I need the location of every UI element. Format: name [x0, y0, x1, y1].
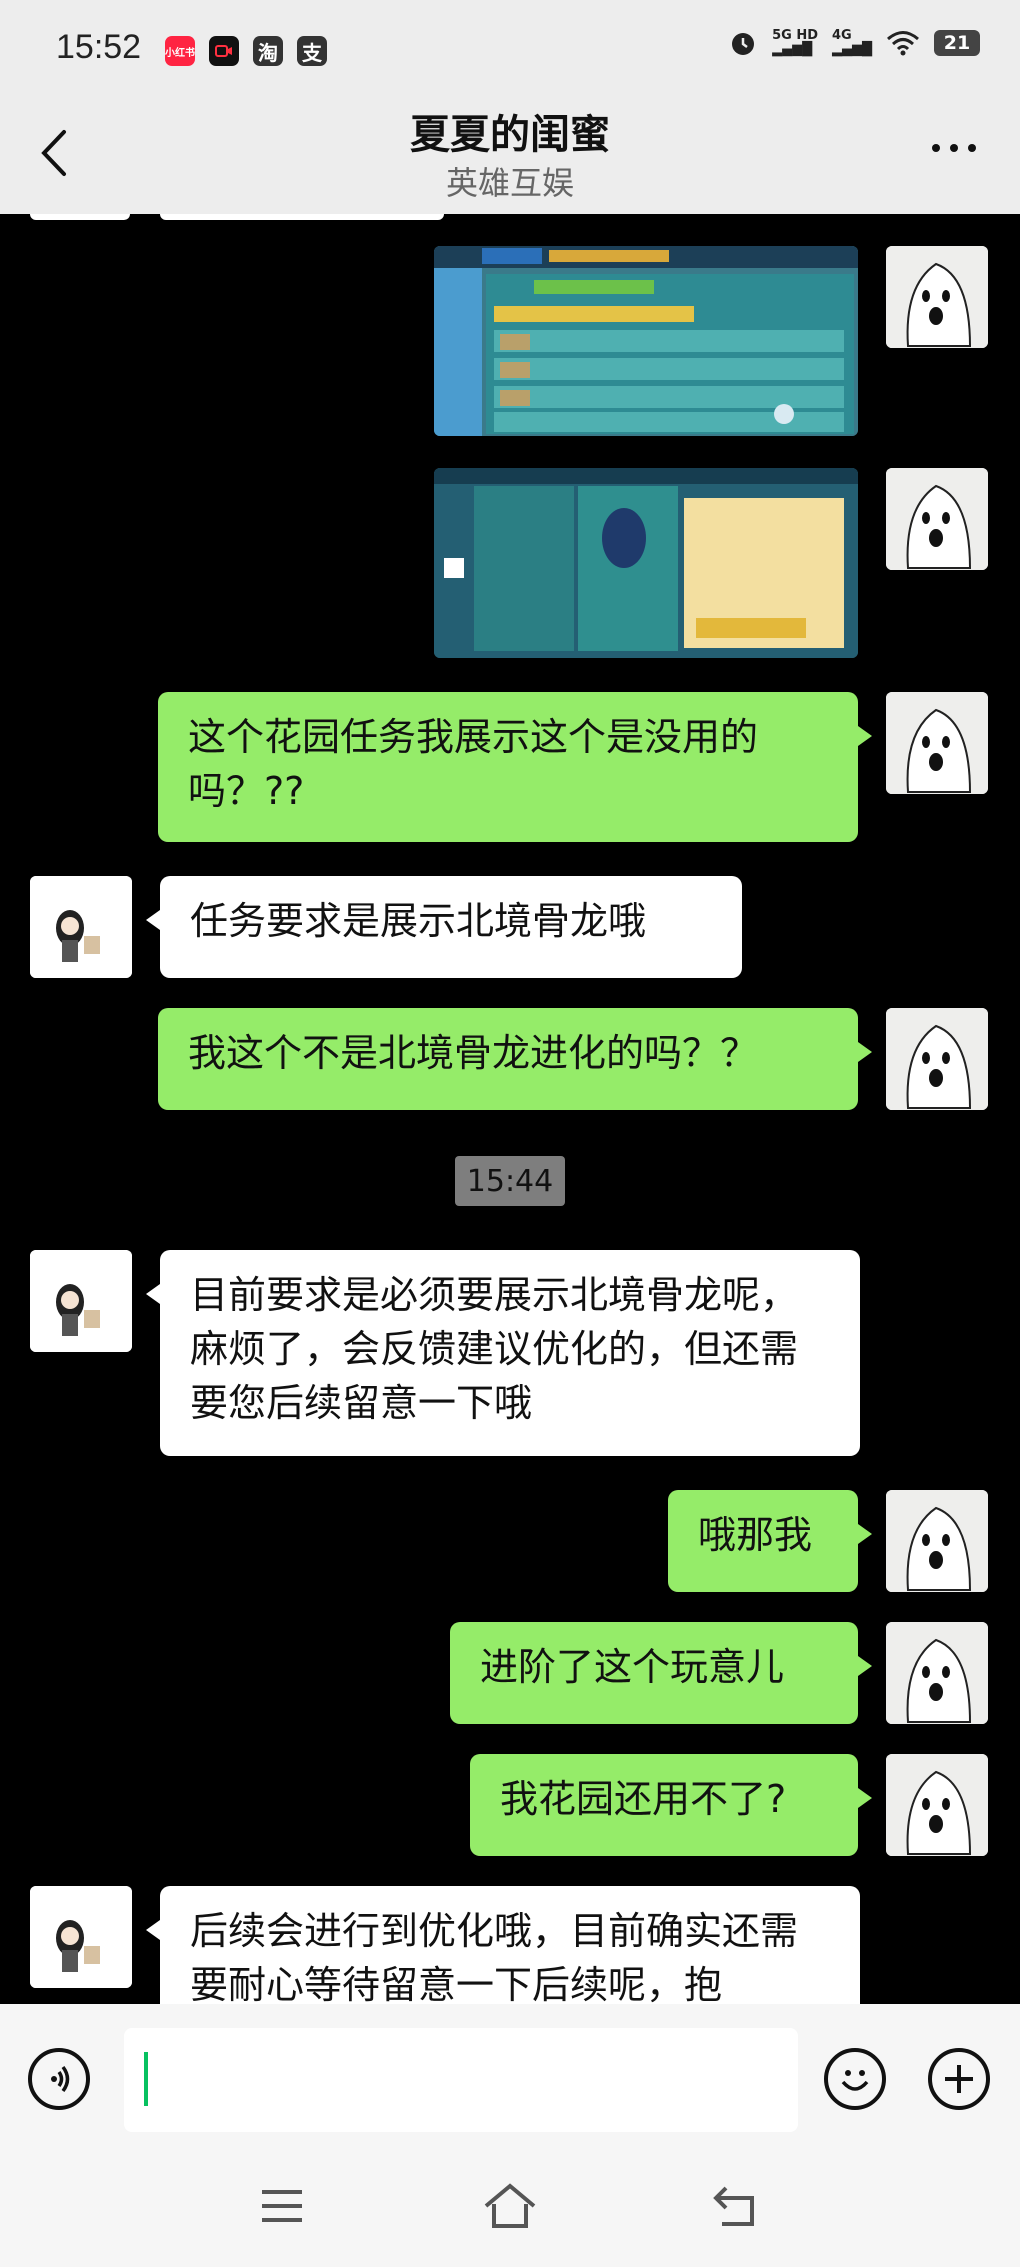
plus-icon	[945, 2065, 973, 2093]
more-options-icon[interactable]	[932, 144, 976, 152]
taobao-icon: 淘	[253, 36, 283, 66]
game-screenshot-character	[434, 468, 858, 658]
ghost-avatar-icon	[886, 1008, 988, 1110]
status-bar: 15:52 小红书 淘 支 5G HD ▂▄▆█ 4G ▂▄▆█ 21	[0, 0, 1020, 96]
add-attachment-button[interactable]	[928, 2048, 990, 2110]
contact-avatar[interactable]	[30, 876, 132, 978]
ghost-avatar-icon	[886, 246, 988, 348]
text-caret	[144, 2052, 148, 2106]
emoji-button[interactable]	[824, 2048, 886, 2110]
message-timestamp: 15:44	[455, 1156, 565, 1206]
contact-avatar[interactable]	[30, 1250, 132, 1352]
ghost-avatar-icon	[886, 1490, 988, 1592]
chat-title: 夏夏的闺蜜	[410, 112, 610, 158]
wifi-icon	[887, 31, 919, 56]
voice-icon	[51, 2065, 70, 2093]
ghost-avatar-icon	[886, 1622, 988, 1724]
game-screenshot-garden	[434, 246, 858, 436]
record-icon	[209, 36, 239, 66]
chat-message-list[interactable]: 这个花园任务我展示这个是没用的吗？?? 任务要求是展示北境骨龙哦 我这个不是北境…	[0, 214, 1020, 2004]
my-avatar[interactable]	[886, 1622, 988, 1724]
message-input-bar	[0, 2004, 1020, 2154]
ghost-avatar-icon	[886, 1754, 988, 1856]
my-avatar[interactable]	[886, 468, 988, 570]
message-bubble-received[interactable]: 任务要求是展示北境骨龙哦	[146, 876, 742, 978]
my-avatar[interactable]	[886, 1008, 988, 1110]
chat-subtitle: 英雄互娱	[445, 164, 574, 202]
message-bubble-sent[interactable]: 哦那我	[668, 1490, 872, 1592]
message-bubble-sent[interactable]: 进阶了这个玩意儿	[450, 1622, 872, 1724]
status-indicators: 5G HD ▂▄▆█ 4G ▂▄▆█ 21	[728, 28, 980, 58]
previous-message-edge	[30, 214, 130, 220]
emoji-icon	[841, 2070, 869, 2091]
home-icon[interactable]	[482, 2182, 538, 2230]
message-bubble-sent[interactable]: 这个花园任务我展示这个是没用的吗？??	[158, 692, 872, 842]
menu-icon[interactable]	[258, 2186, 306, 2226]
xiaohongshu-icon: 小红书	[165, 36, 195, 66]
girl-avatar-icon	[30, 876, 132, 978]
chat-header: 夏夏的闺蜜 英雄互娱	[0, 96, 1020, 214]
status-time: 15:52	[56, 28, 142, 66]
image-message-character[interactable]	[434, 468, 858, 658]
back-icon[interactable]	[712, 2184, 762, 2228]
battery-indicator: 21	[934, 30, 980, 56]
system-navigation-bar	[0, 2154, 1020, 2267]
previous-message-edge	[160, 214, 444, 220]
message-bubble-received[interactable]: 目前要求是必须要展示北境骨龙呢，麻烦了，会反馈建议优化的，但还需要您后续留意一下…	[146, 1250, 860, 1456]
network-4g: 4G ▂▄▆█	[832, 28, 872, 57]
message-text-input[interactable]	[124, 2028, 798, 2132]
ghost-avatar-icon	[886, 692, 988, 794]
alarm-icon	[732, 33, 755, 55]
alipay-icon: 支	[297, 36, 327, 66]
girl-avatar-icon	[30, 1250, 132, 1352]
my-avatar[interactable]	[886, 246, 988, 348]
image-message-garden[interactable]	[434, 246, 858, 436]
contact-avatar[interactable]	[30, 1886, 132, 1988]
status-app-icons: 小红书 淘 支	[165, 36, 327, 66]
my-avatar[interactable]	[886, 1490, 988, 1592]
message-bubble-sent[interactable]: 我花园还用不了?	[470, 1754, 872, 1856]
ghost-avatar-icon	[886, 468, 988, 570]
girl-avatar-icon	[30, 1886, 132, 1988]
my-avatar[interactable]	[886, 1754, 988, 1856]
message-bubble-sent[interactable]: 我这个不是北境骨龙进化的吗？？	[158, 1008, 872, 1110]
network-5g: 5G HD ▂▄▆█	[772, 28, 818, 57]
voice-input-button[interactable]	[28, 2048, 90, 2110]
my-avatar[interactable]	[886, 692, 988, 794]
message-bubble-received[interactable]: 后续会进行到优化哦，目前确实还需要耐心等待留意一下后续呢，抱	[146, 1886, 860, 2004]
